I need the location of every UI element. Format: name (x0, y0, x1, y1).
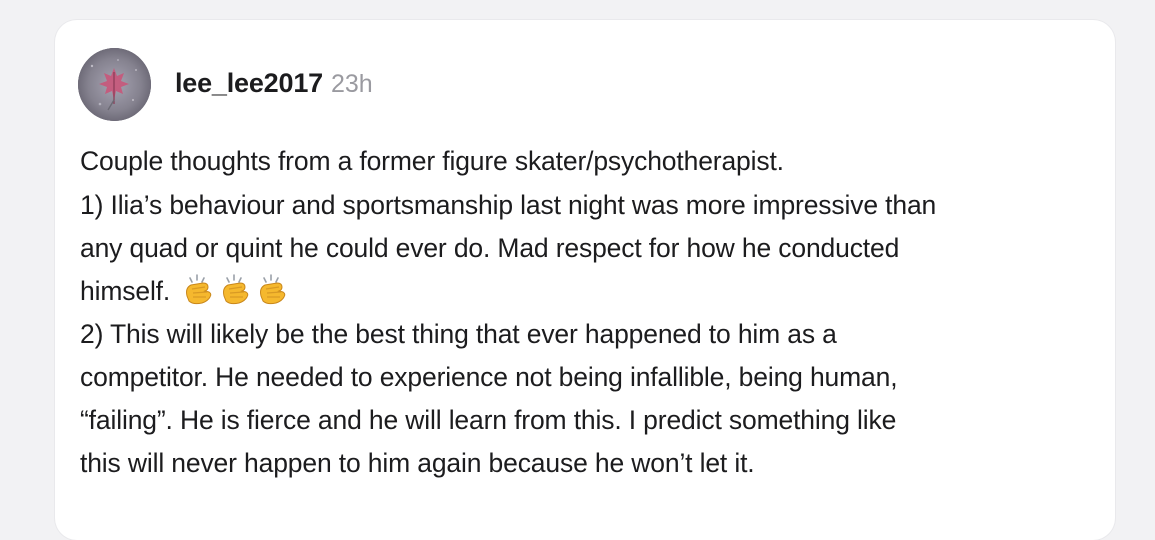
username-link[interactable]: lee_lee2017 (175, 68, 323, 99)
text-line: himself. (80, 276, 171, 306)
post-paragraph: 2) This will likely be the best thing th… (80, 313, 1100, 485)
emoji-group (181, 274, 289, 306)
text-line: this will never happen to him again beca… (80, 448, 755, 478)
text-line: competitor. He needed to experience not … (80, 362, 898, 392)
text-line: 2) This will likely be the best thing th… (80, 319, 837, 349)
clapping-hands-icon (260, 274, 286, 305)
post-paragraph: Couple thoughts from a former figure ska… (80, 146, 784, 176)
text-line: 1) Ilia’s behaviour and sportsmanship la… (80, 190, 937, 220)
clapping-hands-icon (223, 274, 249, 305)
clapping-hands-icon (186, 274, 212, 305)
post-card: lee_lee2017 23h Couple thoughts from a f… (55, 20, 1115, 540)
text-line: any quad or quint he could ever do. Mad … (80, 233, 900, 263)
post-timestamp[interactable]: 23h (331, 70, 373, 99)
post-header: lee_lee2017 23h (175, 68, 373, 102)
user-avatar[interactable] (78, 48, 151, 121)
maple-leaf-avatar-icon (78, 48, 151, 121)
post-paragraph: 1) Ilia’s behaviour and sportsmanship la… (80, 184, 1100, 313)
text-line: “failing”. He is fierce and he will lear… (80, 405, 897, 435)
post-body: Couple thoughts from a former figure ska… (80, 140, 1100, 485)
